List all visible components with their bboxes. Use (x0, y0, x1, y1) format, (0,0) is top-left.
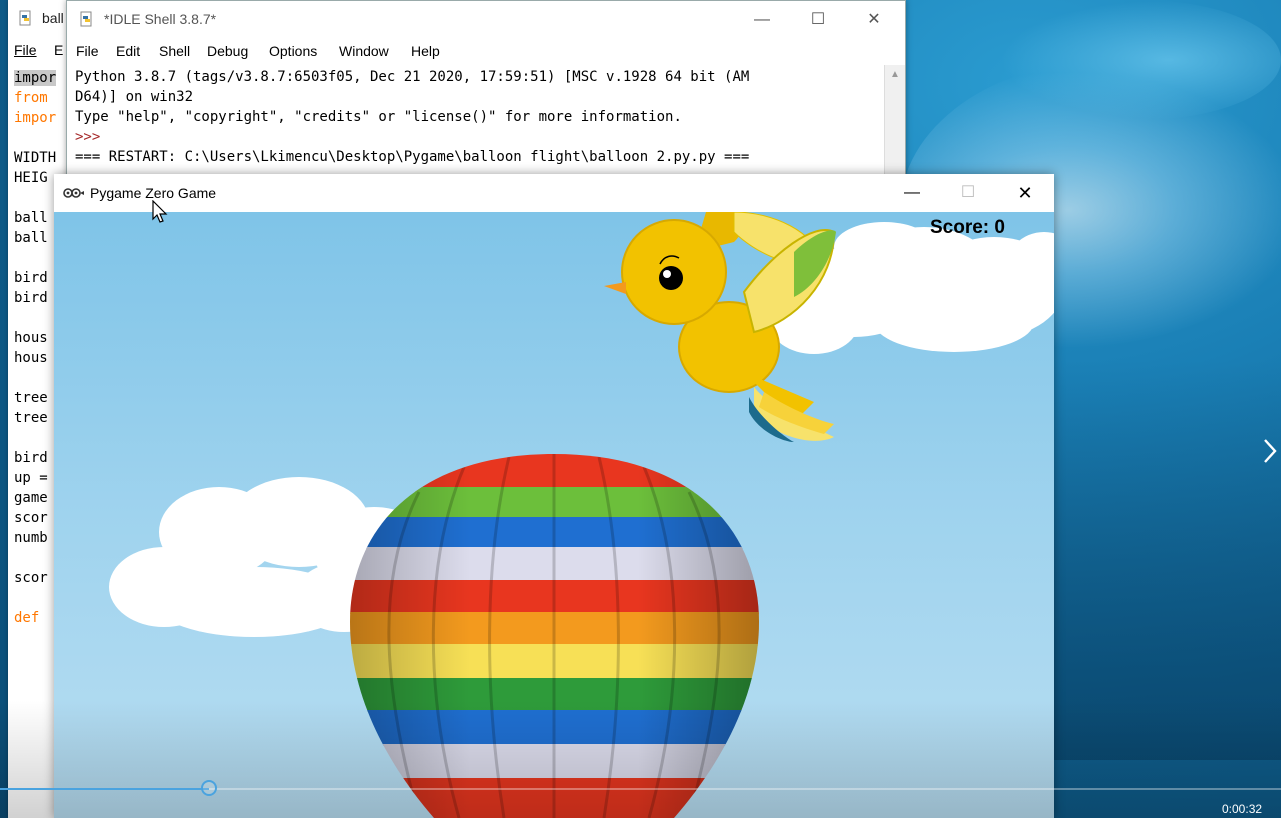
shell-line: D64)] on win32 (75, 89, 194, 105)
shell-output[interactable]: Python 3.8.7 (tags/v3.8.7:6503f05, Dec 2… (67, 65, 883, 179)
maximize-button[interactable]: ☐ (953, 182, 983, 204)
maximize-button[interactable]: ☐ (803, 9, 833, 31)
pygame-title: Pygame Zero Game (90, 185, 217, 201)
menu-shell[interactable]: Shell (159, 43, 190, 59)
editor-titlebar[interactable]: ball (8, 0, 68, 38)
close-button[interactable]: ✕ (1010, 182, 1040, 204)
mouse-cursor-icon (152, 200, 168, 223)
menu-window[interactable]: Window (339, 43, 389, 59)
ocean-shadow (1040, 360, 1281, 760)
video-seek-handle[interactable] (201, 780, 217, 796)
pygame-titlebar[interactable]: Pygame Zero Game — ☐ ✕ (54, 174, 1054, 212)
editor-menu-edit[interactable]: E (54, 42, 63, 58)
code-line: from (14, 90, 57, 106)
hot-air-balloon (350, 454, 759, 818)
video-seekbar-progress (0, 788, 209, 790)
pygame-snake-icon (63, 188, 84, 198)
menu-file[interactable]: File (76, 43, 99, 59)
code-line: WIDTH (14, 150, 57, 166)
video-timecode: 0:00:32 (1222, 802, 1263, 816)
shell-prompt: >>> (75, 129, 109, 145)
game-scene (109, 212, 1054, 818)
shell-titlebar[interactable]: *IDLE Shell 3.8.7* — ☐ ✕ (67, 1, 905, 39)
shell-scrollbar[interactable]: ▲ (884, 65, 905, 179)
shell-title: *IDLE Shell 3.8.7* (104, 11, 217, 27)
shell-line: Python 3.8.7 (tags/v3.8.7:6503f05, Dec 2… (75, 69, 750, 85)
minimize-button[interactable]: — (897, 182, 927, 204)
menu-help[interactable]: Help (411, 43, 440, 59)
shell-restart-line: === RESTART: C:\Users\Lkimencu\Desktop\P… (75, 149, 750, 165)
score-label: Score: 0 (930, 217, 1005, 238)
minimize-button[interactable]: — (747, 9, 777, 31)
game-canvas[interactable]: Score: 0 (54, 212, 1054, 818)
editor-title: ball (42, 10, 64, 26)
shell-menubar: File Edit Shell Debug Options Window Hel… (67, 41, 905, 63)
ocean-wave (1000, 0, 1281, 120)
menu-debug[interactable]: Debug (207, 43, 248, 59)
menu-options[interactable]: Options (269, 43, 317, 59)
python-icon (19, 10, 31, 26)
scroll-up-icon[interactable]: ▲ (890, 69, 900, 80)
close-button[interactable]: ✕ (859, 9, 889, 31)
editor-menu-file[interactable]: File (14, 42, 37, 58)
code-line: impor (14, 110, 57, 126)
python-icon (80, 11, 92, 27)
code-line: impor (14, 70, 57, 86)
pygame-window[interactable]: Pygame Zero Game — ☐ ✕ Score: 0 (54, 174, 1054, 818)
chevron-right-icon[interactable] (1260, 436, 1280, 466)
menu-edit[interactable]: Edit (116, 43, 140, 59)
shell-line: Type "help", "copyright", "credits" or "… (75, 109, 682, 125)
idle-shell-window[interactable]: *IDLE Shell 3.8.7* — ☐ ✕ File Edit Shell… (66, 0, 906, 180)
